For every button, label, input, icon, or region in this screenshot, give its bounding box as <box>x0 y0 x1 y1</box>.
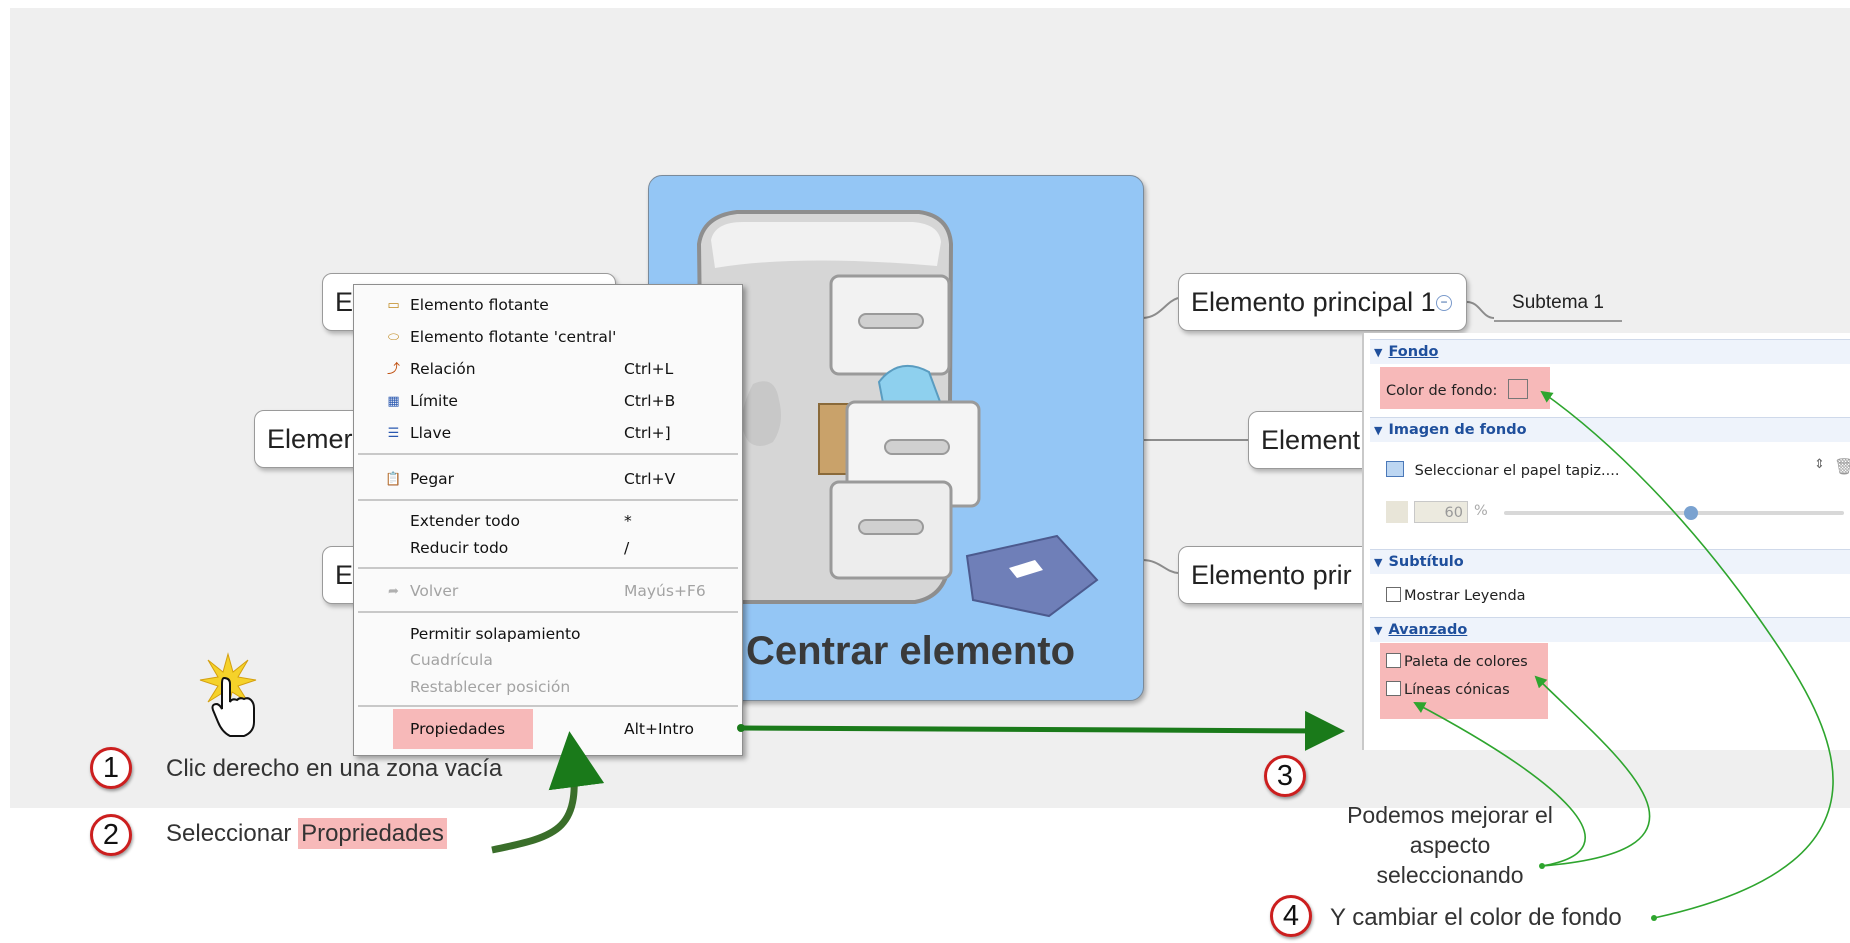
step-3-text: Podemos mejorar el aspecto seleccionando <box>1347 802 1553 888</box>
step-4-text: Y cambiar el color de fondo <box>1330 904 1622 931</box>
step-3-badge: 3 <box>1264 755 1306 797</box>
step-4-badge: 4 <box>1270 895 1312 937</box>
step-1-text: Clic derecho en una zona vacía <box>166 755 503 782</box>
step-2-badge: 2 <box>90 814 132 856</box>
properties-highlight-label: Propriedades <box>298 818 447 849</box>
step-1-badge: 1 <box>90 747 132 789</box>
step-2-text: Seleccionar Propriedades <box>166 818 447 849</box>
